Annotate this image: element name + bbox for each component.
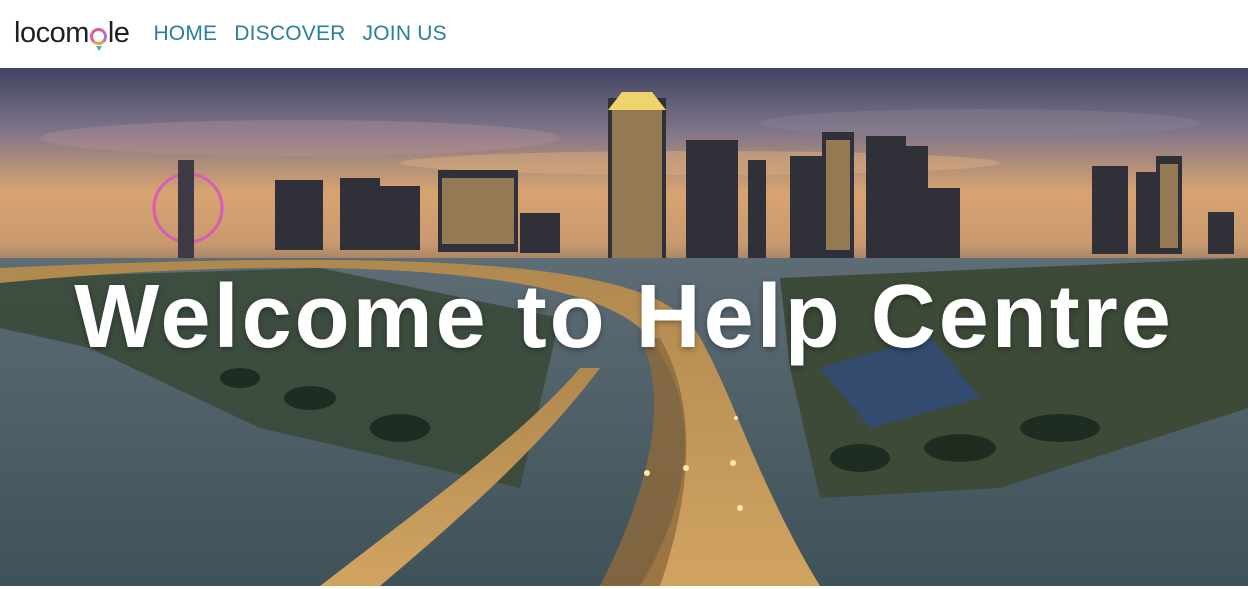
logo-text-prefix: locom xyxy=(14,16,89,49)
logo-text-suffix: le xyxy=(107,16,130,49)
hero-banner: Welcome to Help Centre xyxy=(0,68,1248,586)
locomole-logo[interactable]: locom le xyxy=(14,16,130,51)
nav-home-link[interactable]: HOME xyxy=(153,22,217,46)
nav-discover-link[interactable]: DISCOVER xyxy=(234,22,345,46)
top-navbar: locom le HOME DISCOVER JOIN US xyxy=(0,0,1248,68)
hero-title: Welcome to Help Centre xyxy=(74,267,1174,367)
logo-pin-icon xyxy=(89,27,107,51)
nav-join-us-link[interactable]: JOIN US xyxy=(363,22,447,46)
